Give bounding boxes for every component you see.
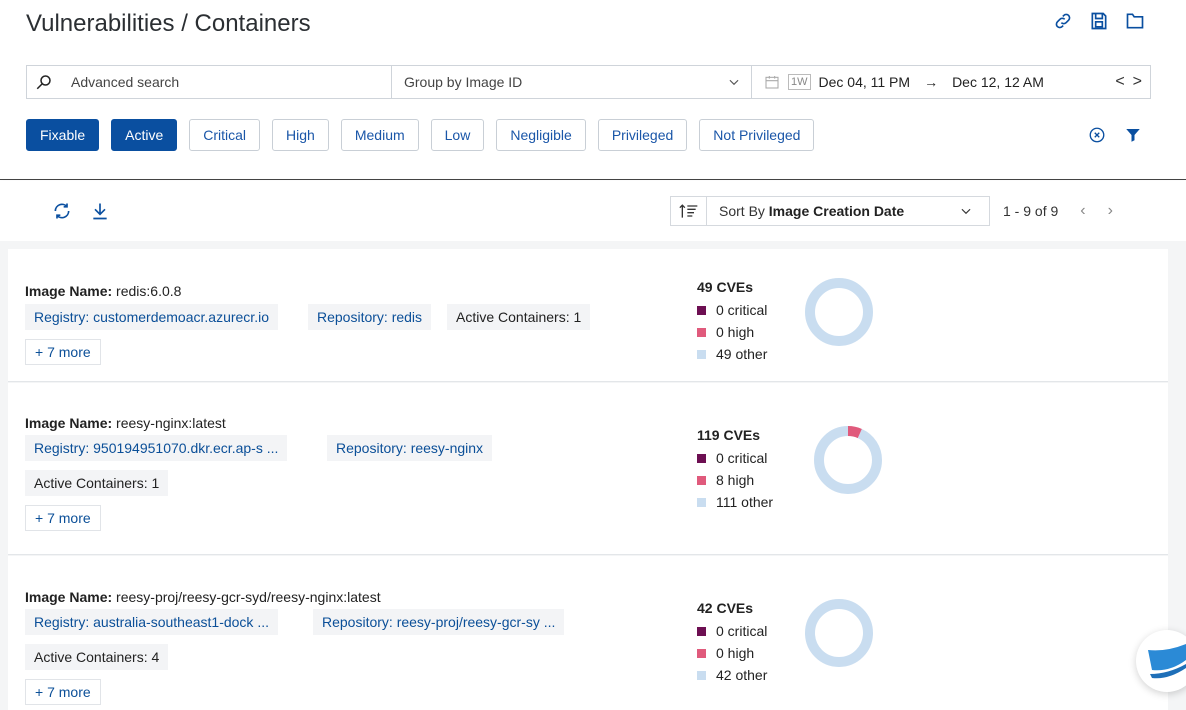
sort-prefix: Sort By <box>719 203 765 219</box>
results-toolbar: Sort By Image Creation Date 1 - 9 of 9 ‹… <box>0 181 1186 241</box>
image-list: Image Name: redis:6.0.8 Registry: custom… <box>0 241 1186 710</box>
other-count: 42 other <box>716 667 768 683</box>
filter-chip-not-privileged[interactable]: Not Privileged <box>699 119 815 151</box>
cve-summary: 42 CVEs 0 critical 0 high 42 other <box>697 600 767 686</box>
save-icon[interactable] <box>1088 10 1110 32</box>
search-bar: Advanced search Group by Image ID 1W Dec… <box>26 65 1151 99</box>
filter-actions <box>1088 126 1142 144</box>
search-placeholder: Advanced search <box>71 74 180 90</box>
pagination-text: 1 - 9 of 9 <box>1003 203 1059 219</box>
image-card[interactable]: Image Name: reesy-nginx:latest Registry:… <box>8 383 1168 555</box>
active-containers-tag: Active Containers: 4 <box>25 644 169 670</box>
filter-icon[interactable] <box>1124 126 1142 144</box>
donut-segment-other <box>805 278 873 346</box>
date-start: Dec 04, 11 PM <box>818 74 911 90</box>
next-page-button[interactable]: › <box>1108 202 1113 220</box>
sort-field: Image Creation Date <box>768 203 905 219</box>
more-tags-button[interactable]: + 7 more <box>25 679 101 705</box>
repository-tag[interactable]: Repository: reesy-nginx <box>327 435 493 461</box>
filter-chip-negligible[interactable]: Negligible <box>496 119 586 151</box>
date-next-button[interactable]: > <box>1133 73 1142 91</box>
date-end: Dec 12, 12 AM <box>952 74 1044 90</box>
critical-count: 0 critical <box>716 623 768 639</box>
prev-page-button[interactable]: ‹ <box>1080 202 1085 220</box>
active-containers-tag: Active Containers: 1 <box>447 304 591 330</box>
more-tags-button[interactable]: + 7 more <box>25 339 101 365</box>
registry-tag[interactable]: Registry: 950194951070.dkr.ecr.ap-s ... <box>25 435 288 461</box>
active-containers-tag: Active Containers: 1 <box>25 470 169 496</box>
filter-chip-low[interactable]: Low <box>430 119 485 151</box>
sort-order-icon[interactable] <box>671 197 707 225</box>
other-count: 111 other <box>716 494 774 510</box>
page-header: Vulnerabilities / Containers Advanced se… <box>0 0 1186 180</box>
cve-total: 42 CVEs <box>697 600 754 616</box>
donut-segment-other <box>814 426 882 494</box>
header-actions <box>1052 10 1146 32</box>
date-prev-button[interactable]: < <box>1115 73 1124 91</box>
date-preset[interactable]: 1W <box>788 74 811 90</box>
filter-chip-fixable[interactable]: Fixable <box>26 119 100 151</box>
high-count: 8 high <box>716 472 755 488</box>
group-by-value: Group by Image ID <box>404 74 523 90</box>
cve-total: 49 CVEs <box>697 279 754 295</box>
refresh-icon[interactable] <box>52 201 72 221</box>
image-card[interactable]: Image Name: reesy-proj/reesy-gcr-syd/ree… <box>8 556 1168 710</box>
chevron-down-icon <box>961 208 971 215</box>
cve-total: 119 CVEs <box>697 427 761 443</box>
chevron-down-icon <box>729 79 739 86</box>
high-count: 0 high <box>716 645 755 661</box>
image-card[interactable]: Image Name: redis:6.0.8 Registry: custom… <box>8 249 1168 382</box>
registry-tag[interactable]: Registry: australia-southeast1-dock ... <box>25 609 278 635</box>
filter-chip-privileged[interactable]: Privileged <box>597 119 688 151</box>
image-name: Image Name: redis:6.0.8 <box>25 283 182 299</box>
critical-count: 0 critical <box>716 302 768 318</box>
filter-chip-medium[interactable]: Medium <box>340 119 419 151</box>
link-icon[interactable] <box>1052 10 1074 32</box>
other-count: 49 other <box>716 346 768 362</box>
search-icon <box>36 75 51 90</box>
cve-donut-chart <box>805 278 873 346</box>
sort-select[interactable]: Sort By Image Creation Date <box>670 196 990 226</box>
critical-count: 0 critical <box>716 450 768 466</box>
cve-summary: 49 CVEs 0 critical 0 high 49 other <box>697 279 767 365</box>
filter-chip-critical[interactable]: Critical <box>189 119 261 151</box>
cve-summary: 119 CVEs 0 critical 8 high 111 other <box>697 427 773 513</box>
cve-donut-chart <box>814 426 882 494</box>
more-tags-button[interactable]: + 7 more <box>25 505 101 531</box>
group-by-select[interactable]: Group by Image ID <box>392 66 752 98</box>
pagination: 1 - 9 of 9 ‹ › <box>1003 202 1113 220</box>
high-count: 0 high <box>716 324 755 340</box>
folder-icon[interactable] <box>1124 10 1146 32</box>
calendar-icon <box>765 76 779 89</box>
filter-chips: Fixable Active Critical High Medium Low Neglig… <box>26 119 815 151</box>
arrow-right-icon: → <box>924 74 939 90</box>
clear-filters-icon[interactable] <box>1088 126 1106 144</box>
download-icon[interactable] <box>90 201 110 221</box>
cve-donut-chart <box>805 599 873 667</box>
page-title: Vulnerabilities / Containers <box>26 10 311 37</box>
repository-tag[interactable]: Repository: redis <box>308 304 432 330</box>
search-input[interactable]: Advanced search <box>27 66 392 98</box>
date-range-picker[interactable]: 1W Dec 04, 11 PM → Dec 12, 12 AM < > <box>752 66 1150 98</box>
repository-tag[interactable]: Repository: reesy-proj/reesy-gcr-sy ... <box>313 609 565 635</box>
filter-chip-active[interactable]: Active <box>111 119 178 151</box>
image-name: Image Name: reesy-proj/reesy-gcr-syd/ree… <box>25 589 381 605</box>
image-name: Image Name: reesy-nginx:latest <box>25 415 226 431</box>
registry-tag[interactable]: Registry: customerdemoacr.azurecr.io <box>25 304 278 330</box>
filter-chip-high[interactable]: High <box>272 119 329 151</box>
donut-segment-other <box>805 599 873 667</box>
